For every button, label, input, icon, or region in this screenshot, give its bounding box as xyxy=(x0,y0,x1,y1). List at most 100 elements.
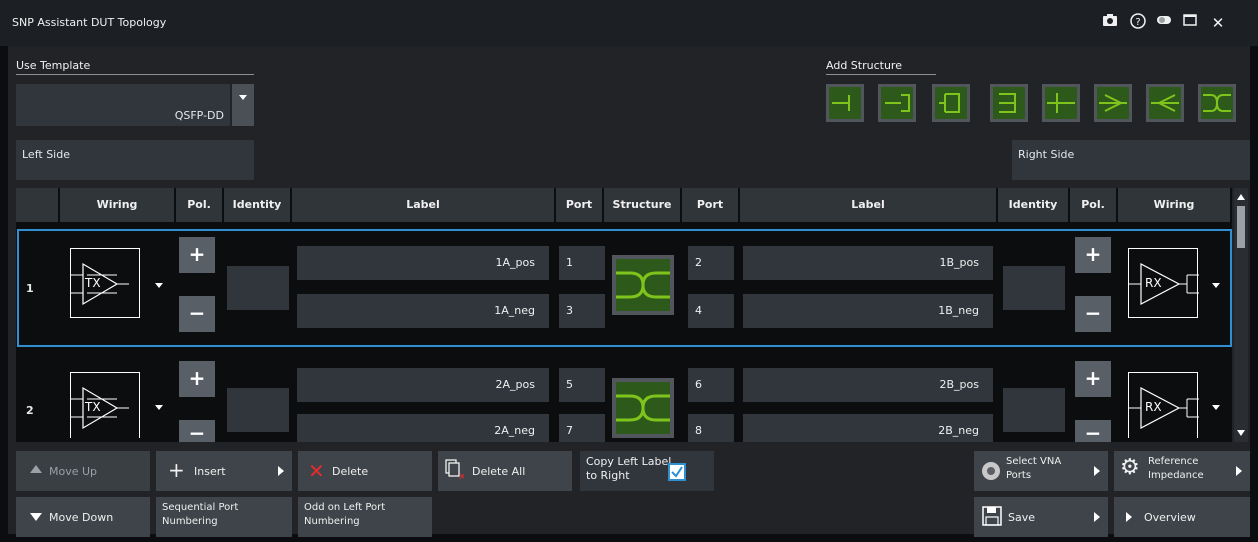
right-side-field[interactable]: Right Side xyxy=(1012,140,1250,180)
port-field[interactable]: 5 xyxy=(559,368,605,402)
arrow-right-icon xyxy=(1094,466,1100,476)
structure-button-7[interactable] xyxy=(1146,84,1184,122)
header-structure[interactable]: Structure xyxy=(604,188,680,222)
tx-wiring[interactable]: TX xyxy=(70,372,140,438)
chevron-down-icon[interactable] xyxy=(155,405,163,410)
insert-label: Insert xyxy=(194,465,226,478)
header-identity-left[interactable]: Identity xyxy=(224,188,290,222)
header-label-right[interactable]: Label xyxy=(740,188,996,222)
table-scrollbar[interactable] xyxy=(1234,188,1248,442)
label-field[interactable]: 2A_neg xyxy=(297,414,549,442)
chevron-down-icon[interactable] xyxy=(1212,283,1220,288)
rx-wiring[interactable]: RX xyxy=(1128,372,1199,438)
delete-all-button[interactable]: ✕ Delete All xyxy=(438,451,572,491)
copy-left-label-text-1: Copy Left Label xyxy=(586,455,672,468)
chevron-down-icon[interactable] xyxy=(155,283,163,288)
rx-wiring[interactable]: RX xyxy=(1128,248,1199,318)
maximize-icon[interactable] xyxy=(1180,13,1200,33)
row-number: 2 xyxy=(26,404,34,417)
header-port-left[interactable]: Port xyxy=(556,188,602,222)
scroll-down-icon[interactable] xyxy=(1237,430,1245,436)
template-value: QSFP-DD xyxy=(174,109,224,122)
toggle-icon[interactable] xyxy=(1154,13,1174,33)
identity-field[interactable] xyxy=(227,388,289,432)
label-field[interactable]: 1A_neg xyxy=(297,294,549,328)
move-down-button[interactable]: Move Down xyxy=(16,497,150,537)
label-field[interactable]: 1B_neg xyxy=(743,294,993,328)
close-icon[interactable]: ✕ xyxy=(1208,13,1228,33)
structure-button-4[interactable] xyxy=(990,84,1028,122)
label-field[interactable]: 2B_neg xyxy=(743,414,993,442)
port-field[interactable]: 1 xyxy=(559,246,605,280)
play-icon xyxy=(1126,512,1132,522)
port-field[interactable]: 8 xyxy=(688,414,734,442)
pol-plus-button[interactable]: + xyxy=(179,237,215,273)
left-side-label: Left Side xyxy=(22,148,70,161)
copy-left-label-checkbox[interactable] xyxy=(668,463,686,481)
pol-minus-button[interactable]: − xyxy=(179,420,215,445)
tx-wiring[interactable]: TX xyxy=(70,248,140,318)
insert-button[interactable]: + Insert xyxy=(156,451,292,491)
port-field[interactable]: 6 xyxy=(688,368,734,402)
label-field[interactable]: 1B_pos xyxy=(743,246,993,280)
identity-field[interactable] xyxy=(227,266,289,310)
odd-on-left-port-numbering-button[interactable]: Odd on Left Port Numbering xyxy=(298,497,432,537)
odd-left-label-1: Odd on Left Port xyxy=(304,502,386,513)
pol-minus-button[interactable]: − xyxy=(1075,296,1111,332)
template-select[interactable]: QSFP-DD xyxy=(16,84,230,126)
overview-label: Overview xyxy=(1144,511,1196,524)
structure-button-5[interactable] xyxy=(1042,84,1080,122)
row-number: 1 xyxy=(26,282,34,295)
label-field[interactable]: 1A_pos xyxy=(297,246,549,280)
select-vna-ports-button[interactable]: Select VNA Ports xyxy=(974,451,1108,491)
camera-icon[interactable] xyxy=(1100,13,1120,33)
pol-minus-button[interactable]: − xyxy=(179,296,215,332)
move-up-button[interactable]: Move Up xyxy=(16,451,150,491)
save-button[interactable]: Save xyxy=(974,497,1108,537)
delete-label: Delete xyxy=(332,465,369,478)
odd-left-label-2: Numbering xyxy=(304,516,360,527)
pol-plus-button[interactable]: + xyxy=(1075,361,1111,397)
copy-left-label-toggle[interactable]: Copy Left Label to Right xyxy=(580,451,714,491)
port-field[interactable]: 4 xyxy=(688,294,734,328)
header-identity-right[interactable]: Identity xyxy=(998,188,1068,222)
structure-button-1[interactable] xyxy=(826,84,864,122)
header-port-right[interactable]: Port xyxy=(682,188,738,222)
reference-impedance-button[interactable]: ⚙ Reference Impedance xyxy=(1114,451,1250,491)
port-field[interactable]: 3 xyxy=(559,294,605,328)
gear-icon: ⚙ xyxy=(1120,455,1140,480)
left-side-field[interactable]: Left Side xyxy=(16,140,254,180)
delete-button[interactable]: ✕ Delete xyxy=(298,451,432,491)
template-dropdown-button[interactable] xyxy=(232,84,254,126)
select-vna-label-1: Select VNA xyxy=(1006,456,1062,467)
label-field[interactable]: 2B_pos xyxy=(743,368,993,402)
overview-button[interactable]: Overview xyxy=(1114,497,1250,537)
structure-cell[interactable] xyxy=(612,255,674,315)
identity-field[interactable] xyxy=(1003,388,1065,432)
pol-plus-button[interactable]: + xyxy=(179,361,215,397)
scroll-up-icon[interactable] xyxy=(1237,194,1245,200)
header-pol-left[interactable]: Pol. xyxy=(176,188,222,222)
label-field[interactable]: 2A_pos xyxy=(297,368,549,402)
structure-button-3[interactable] xyxy=(932,84,970,122)
port-field[interactable]: 7 xyxy=(559,414,605,442)
structure-button-6[interactable] xyxy=(1094,84,1132,122)
right-side-label: Right Side xyxy=(1018,148,1075,161)
identity-field[interactable] xyxy=(1003,266,1065,310)
pol-minus-button[interactable]: − xyxy=(1075,420,1111,445)
sequential-port-label-1: Sequential Port xyxy=(162,502,239,513)
chevron-down-icon[interactable] xyxy=(1212,405,1220,410)
header-wiring-right[interactable]: Wiring xyxy=(1118,188,1230,222)
header-wiring-left[interactable]: Wiring xyxy=(60,188,174,222)
header-label-left[interactable]: Label xyxy=(292,188,554,222)
sequential-port-numbering-button[interactable]: Sequential Port Numbering xyxy=(156,497,292,537)
move-up-label: Move Up xyxy=(49,465,98,478)
pol-plus-button[interactable]: + xyxy=(1075,237,1111,273)
port-field[interactable]: 2 xyxy=(688,246,734,280)
help-icon[interactable]: ? xyxy=(1128,13,1148,33)
scroll-thumb[interactable] xyxy=(1237,206,1245,248)
structure-cell[interactable] xyxy=(612,378,674,438)
header-pol-right[interactable]: Pol. xyxy=(1070,188,1116,222)
structure-button-8[interactable] xyxy=(1198,84,1236,122)
structure-button-2[interactable] xyxy=(878,84,916,122)
